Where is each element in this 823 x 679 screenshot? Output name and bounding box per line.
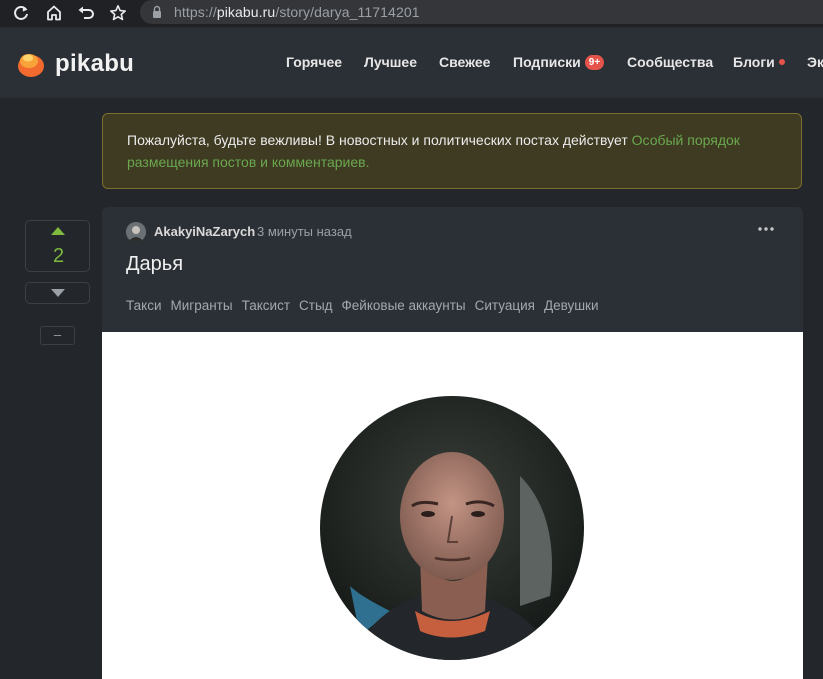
tag-item[interactable]: Девушки: [544, 298, 599, 313]
tag-item[interactable]: Фейковые аккаунты: [342, 298, 466, 313]
url-text: https://pikabu.ru/story/darya_11714201: [174, 4, 420, 20]
story-card: AkakyiNaZarych 3 минуты назад Дарья Такс…: [102, 207, 803, 679]
nav-item-best[interactable]: Лучшее: [364, 54, 417, 70]
nav-item-blogs[interactable]: Блоги: [733, 54, 785, 70]
home-icon[interactable]: [43, 2, 65, 24]
nav-item-hot[interactable]: Горячее: [286, 54, 342, 70]
lock-icon: [153, 5, 161, 18]
logo-text[interactable]: pikabu: [55, 50, 134, 78]
more-options-icon[interactable]: [758, 221, 774, 237]
downvote-arrow-icon: [51, 289, 65, 297]
vote-count: 2: [52, 245, 65, 267]
profile-photo: [320, 396, 584, 660]
pikabu-logo-icon[interactable]: [17, 50, 47, 78]
upvote-arrow-icon[interactable]: [51, 227, 65, 235]
vote-box: 2: [25, 220, 90, 272]
post-time: 3 минуты назад: [257, 224, 352, 239]
blogs-new-dot: [778, 59, 785, 65]
tag-item[interactable]: Мигранты: [171, 298, 233, 313]
author-name[interactable]: AkakyiNaZarych: [154, 224, 255, 239]
collapse-button[interactable]: –: [40, 326, 75, 345]
address-bar[interactable]: https://pikabu.ru/story/darya_11714201: [140, 0, 823, 24]
tag-item[interactable]: Стыд: [299, 298, 333, 313]
tag-item[interactable]: Такси: [126, 298, 162, 313]
nav-item-cut-off[interactable]: Эк: [807, 54, 823, 70]
site-header: pikabu Горячее Лучшее Свежее Подписки 9+ …: [0, 28, 823, 98]
politeness-notice: Пожалуйста, будьте вежливы! В новостных …: [102, 113, 802, 189]
reload-icon[interactable]: [10, 2, 32, 24]
bookmark-star-icon[interactable]: [107, 2, 129, 24]
browser-toolbar: https://pikabu.ru/story/darya_11714201: [0, 0, 823, 28]
subscriptions-count-badge: 9+: [584, 55, 605, 70]
tag-item[interactable]: Ситуация: [475, 298, 535, 313]
notice-text: Пожалуйста, будьте вежливы! В новостных …: [127, 132, 632, 148]
story-title[interactable]: Дарья: [126, 253, 183, 276]
nav-item-fresh[interactable]: Свежее: [439, 54, 490, 70]
tag-item[interactable]: Таксист: [242, 298, 290, 313]
nav-item-subscriptions[interactable]: Подписки 9+: [513, 54, 605, 70]
undo-icon[interactable]: [75, 2, 97, 24]
author-avatar[interactable]: [126, 222, 146, 242]
nav-item-communities[interactable]: Сообщества: [627, 54, 713, 70]
story-tags: Такси Мигранты Таксист Стыд Фейковые аккаунт…: [126, 297, 608, 315]
downvote-button[interactable]: [25, 282, 90, 304]
story-content: [102, 332, 803, 679]
